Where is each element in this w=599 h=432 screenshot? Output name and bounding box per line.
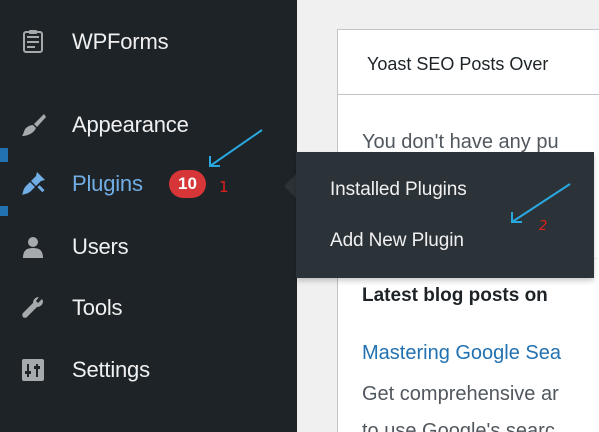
blog-post-link[interactable]: Mastering Google Sea [362,340,561,366]
sidebar-item-users[interactable]: Users [0,225,297,269]
submenu-add-new-plugin[interactable]: Add New Plugin [330,229,464,253]
blog-post-excerpt: to use Google's searc [362,420,555,432]
sidebar-item-wpforms[interactable]: WPForms [0,20,297,64]
sidebar-item-label: Appearance [72,112,189,137]
wpforms-icon [20,29,46,55]
sidebar-item-label: WPForms [72,29,169,54]
settings-sliders-icon [20,357,46,383]
sidebar-item-label: Tools [72,295,123,320]
submenu-installed-plugins[interactable]: Installed Plugins [330,178,467,202]
blog-posts-heading: Latest blog posts on [362,285,548,306]
wrench-icon [20,295,46,321]
sidebar-item-label: Users [72,234,129,259]
admin-sidebar: WPForms Appearance Plugins 10 Users Tool… [0,0,297,432]
flyout-pointer [284,174,296,198]
user-icon [20,234,46,260]
sidebar-item-label: Settings [72,357,150,382]
plugin-icon [20,171,46,197]
sidebar-item-plugins[interactable]: Plugins [0,162,297,206]
blog-post-excerpt: Get comprehensive ar [362,383,559,405]
sidebar-item-tools[interactable]: Tools [0,286,297,330]
widget-title: Yoast SEO Posts Over [367,54,549,74]
paintbrush-icon [20,112,46,138]
plugins-flyout-submenu: Installed Plugins Add New Plugin [296,152,594,278]
widget-divider [338,94,599,95]
sidebar-item-settings[interactable]: Settings [0,348,297,392]
sidebar-item-appearance[interactable]: Appearance [0,103,297,147]
sidebar-item-label: Plugins [72,171,143,196]
plugin-update-count-badge: 10 [169,170,206,198]
